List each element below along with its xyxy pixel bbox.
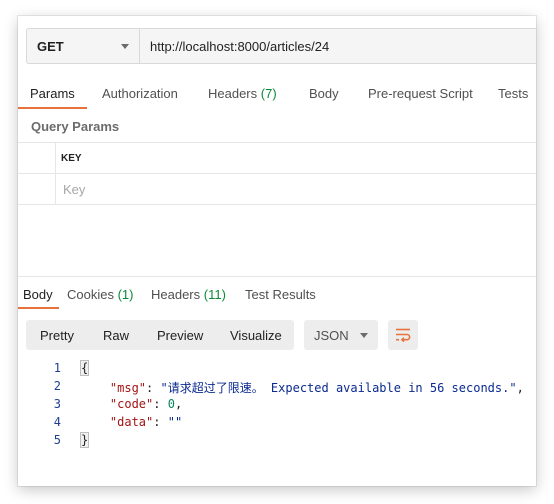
tab-label: Body — [309, 86, 339, 101]
tab-params[interactable]: Params — [30, 86, 75, 101]
response-headers-count-badge: (11) — [203, 287, 226, 302]
json-string: "请求超过了限速。 Expected available in 56 secon… — [160, 381, 517, 395]
close-brace: } — [79, 432, 90, 448]
tab-headers[interactable]: Headers (7) — [208, 86, 277, 101]
method-label: GET — [37, 38, 64, 54]
view-mode-toggle: Pretty Raw Preview Visualize — [26, 320, 294, 350]
tab-label: Tests — [498, 86, 529, 101]
tab-label: Pre-request Script — [368, 86, 473, 101]
json-key: "data" — [109, 415, 154, 429]
wrap-lines-button[interactable] — [388, 320, 418, 350]
request-tabs: Params Authorization Headers (7) Body Pr… — [18, 78, 536, 112]
tab-label: Cookies — [67, 287, 114, 302]
response-tabs: Body Cookies (1) Headers (11) Test Resul… — [18, 278, 536, 310]
method-select[interactable]: GET — [26, 28, 140, 64]
response-body-viewer[interactable]: 1 { 2 "msg": "请求超过了限速。 Expected availabl… — [18, 360, 536, 450]
code-line: 3 "code": 0, — [18, 396, 536, 414]
view-preview-button[interactable]: Preview — [157, 328, 203, 343]
line-number: 2 — [53, 379, 61, 393]
line-number: 1 — [53, 361, 61, 375]
tab-response-headers[interactable]: Headers (11) — [151, 287, 226, 302]
code-line: 2 "msg": "请求超过了限速。 Expected available in… — [18, 378, 536, 396]
code-line: 5 } — [18, 432, 536, 450]
key-input[interactable]: Key — [63, 182, 85, 197]
code-line: 1 { — [18, 360, 536, 378]
view-pretty-button[interactable]: Pretty — [40, 328, 74, 343]
line-number: 3 — [53, 397, 61, 411]
json-number: 0 — [167, 397, 175, 411]
view-raw-button[interactable]: Raw — [103, 328, 129, 343]
tab-authorization[interactable]: Authorization — [102, 86, 178, 101]
postman-window: GET http://localhost:8000/articles/24 Pa… — [18, 16, 536, 486]
tab-pre-request-script[interactable]: Pre-request Script — [368, 86, 473, 101]
tab-label: Test Results — [245, 287, 316, 302]
json-string: "" — [167, 415, 183, 429]
tab-label: Authorization — [102, 86, 178, 101]
view-visualize-button[interactable]: Visualize — [230, 328, 282, 343]
chevron-down-icon — [360, 332, 368, 338]
tab-test-results[interactable]: Test Results — [245, 287, 316, 302]
cookies-count-badge: (1) — [117, 287, 134, 302]
query-params-table: KEY Key — [18, 142, 536, 205]
table-header-row: KEY — [18, 143, 536, 174]
column-header-key: KEY — [61, 153, 82, 164]
tab-cookies[interactable]: Cookies (1) — [67, 287, 133, 302]
format-select[interactable]: JSON — [304, 320, 378, 350]
json-key: "msg" — [109, 381, 147, 395]
format-label: JSON — [314, 327, 349, 343]
row-gutter — [18, 143, 56, 173]
json-key: "code" — [109, 397, 154, 411]
request-bar: GET http://localhost:8000/articles/24 — [26, 28, 536, 66]
row-gutter — [18, 174, 56, 204]
tab-label: Body — [23, 287, 53, 302]
code-line: 4 "data": "" — [18, 414, 536, 432]
tab-response-body[interactable]: Body — [23, 287, 53, 302]
active-tab-indicator — [18, 107, 87, 109]
line-number: 5 — [53, 433, 61, 447]
chevron-down-icon — [121, 43, 129, 49]
tab-tests[interactable]: Tests — [498, 86, 528, 101]
url-input[interactable]: http://localhost:8000/articles/24 — [140, 28, 536, 64]
line-number: 4 — [53, 415, 61, 429]
tab-label: Headers — [208, 86, 258, 101]
tab-label: Params — [30, 86, 75, 101]
url-text: http://localhost:8000/articles/24 — [150, 38, 330, 54]
wrap-lines-icon — [396, 328, 411, 342]
tab-body[interactable]: Body — [309, 86, 339, 101]
active-response-tab-indicator — [18, 307, 59, 309]
open-brace: { — [79, 360, 90, 376]
table-row: Key — [18, 174, 536, 205]
tab-label: Headers — [151, 287, 201, 302]
query-params-title: Query Params — [31, 119, 120, 134]
headers-count-badge: (7) — [260, 86, 277, 101]
pane-divider[interactable] — [18, 276, 536, 277]
